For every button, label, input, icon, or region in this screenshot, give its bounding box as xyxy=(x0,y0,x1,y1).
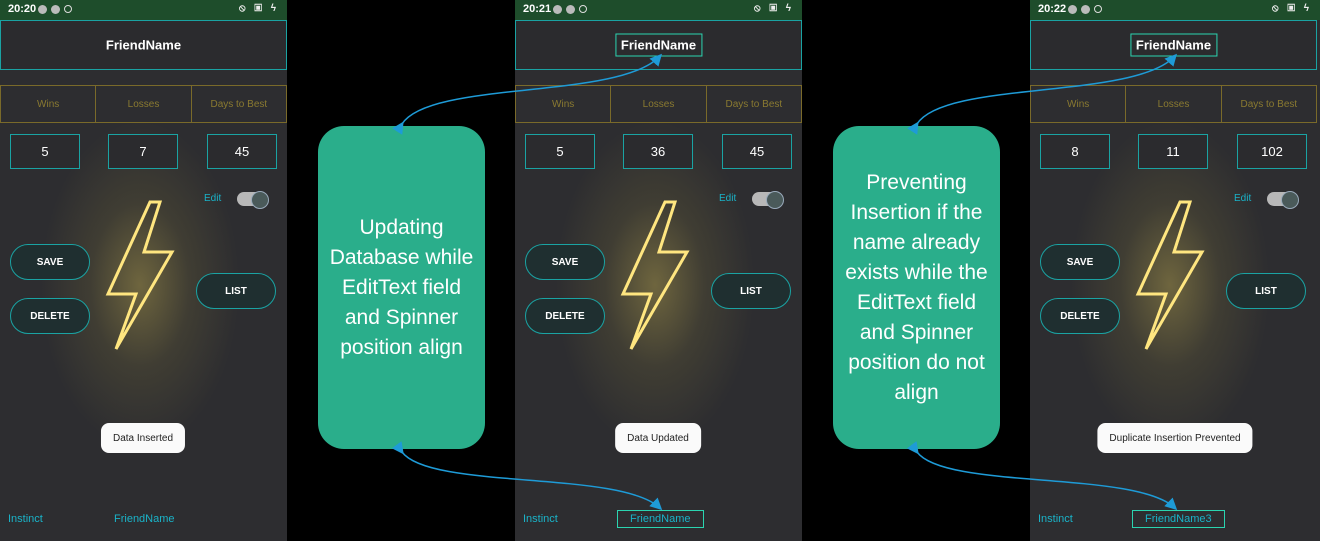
connector-arrows xyxy=(391,53,1178,511)
arrow-title-to-callout-update xyxy=(392,53,663,135)
arrow-spinner-to-callout-update xyxy=(391,441,663,511)
arrow-spinner-to-callout-prevent xyxy=(906,441,1178,511)
arrow-title-to-callout-prevent xyxy=(907,53,1178,135)
